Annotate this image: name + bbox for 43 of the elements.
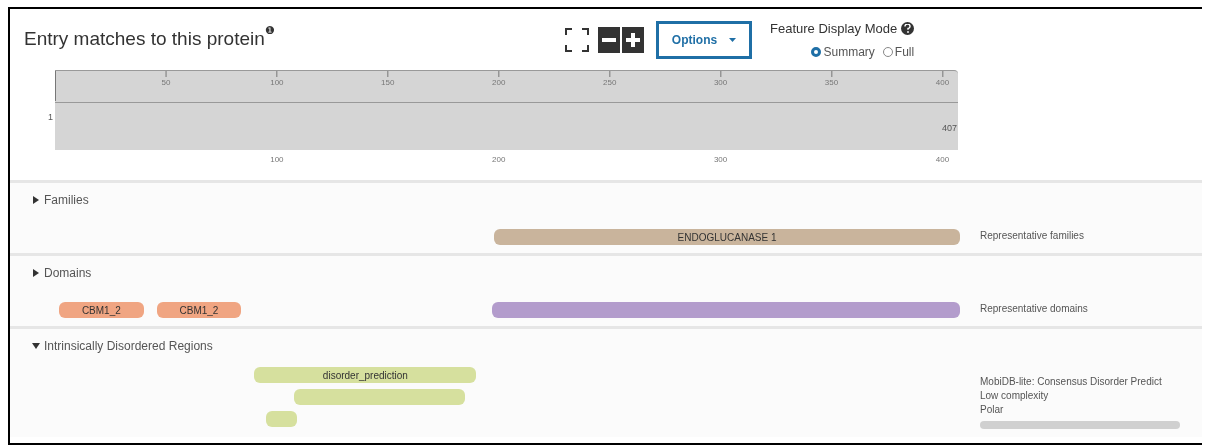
zoom-in-button[interactable] xyxy=(622,27,644,53)
ruler-tick-label: 200 xyxy=(492,77,506,89)
ruler-tick-label: 350 xyxy=(824,77,839,89)
fullscreen-icon[interactable] xyxy=(564,27,590,53)
feature-bar[interactable]: CBM1_2 xyxy=(156,302,242,318)
feature-bar[interactable]: CBM1_2 xyxy=(59,302,144,318)
mode-radio[interactable]: Full xyxy=(882,42,915,61)
sequence-end-label: 407 xyxy=(941,122,957,135)
sequence-start-label: 1 xyxy=(48,111,53,124)
ruler-tick-label: 200 xyxy=(492,154,506,166)
ruler-tick-label: 250 xyxy=(603,77,617,89)
minus-icon xyxy=(602,38,616,42)
track-legend-label: Representative domains xyxy=(980,302,1089,316)
horizontal-scrollbar[interactable] xyxy=(980,421,1180,429)
mode-label: Feature Display Mode xyxy=(770,20,898,38)
collapse-caret-icon[interactable] xyxy=(32,342,40,350)
help-icon[interactable] xyxy=(901,22,915,36)
expand-caret-icon[interactable] xyxy=(32,196,40,204)
ruler-tick-label: 400 xyxy=(935,77,950,89)
feature-bar[interactable]: disorder_prediction xyxy=(254,367,477,383)
ruler-tick-label: 400 xyxy=(935,154,950,166)
feature-bar[interactable]: ENDOGLUCANASE 1 xyxy=(494,229,960,245)
ruler-tick-label: 300 xyxy=(713,77,728,89)
track-legend-label: Polar xyxy=(980,403,1005,417)
section-title[interactable]: Intrinsically Disordered Regions xyxy=(44,337,213,355)
info-icon[interactable]: ❶ xyxy=(264,25,275,36)
section-title[interactable]: Domains xyxy=(44,264,92,282)
caret-icon xyxy=(729,38,737,42)
mode-radio[interactable]: Summary xyxy=(811,42,875,61)
expand-caret-icon[interactable] xyxy=(32,269,40,277)
options-dropdown[interactable]: Options xyxy=(656,21,752,59)
plus-icon xyxy=(626,33,640,47)
ruler-tick-label: 300 xyxy=(713,154,728,166)
ruler-tick-label: 100 xyxy=(270,77,284,89)
track-legend-label: Low complexity xyxy=(980,389,1050,403)
section-title[interactable]: Families xyxy=(44,191,89,209)
track-legend-label: Representative families xyxy=(980,229,1085,243)
zoom-out-button[interactable] xyxy=(598,27,620,53)
ruler-tick-label: 50 xyxy=(161,77,171,89)
ruler-tick-label: 150 xyxy=(381,77,395,89)
section-heading: Entry matches to this protein xyxy=(24,27,265,51)
track-legend-label: MobiDB-lite: Consensus Disorder Predict xyxy=(980,375,1163,389)
ruler-tick-label: 100 xyxy=(270,154,284,166)
